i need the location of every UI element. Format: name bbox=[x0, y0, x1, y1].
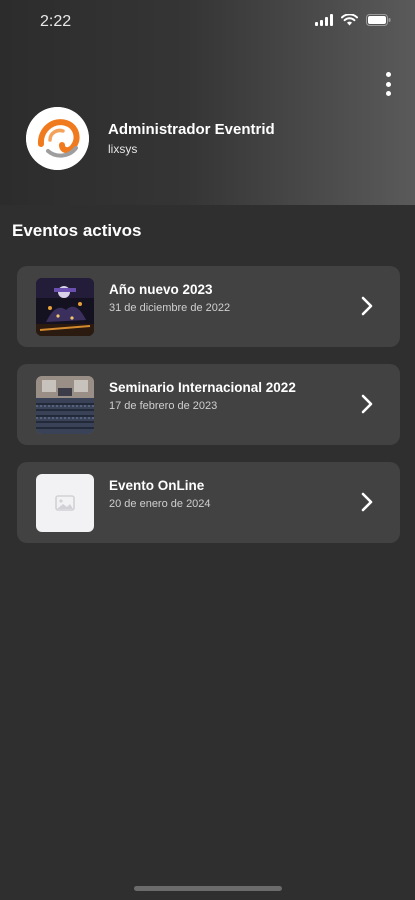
event-title: Año nuevo 2023 bbox=[109, 282, 213, 297]
event-card[interactable]: Año nuevo 2023 31 de diciembre de 2022 bbox=[17, 266, 400, 347]
menu-dot bbox=[385, 91, 391, 96]
home-indicator[interactable] bbox=[134, 886, 282, 891]
profile-organization: lixsys bbox=[108, 142, 138, 156]
event-list: Año nuevo 2023 31 de diciembre de 2022 S… bbox=[17, 266, 400, 560]
battery-icon bbox=[366, 14, 391, 26]
status-bar: 2:22 bbox=[0, 0, 415, 44]
event-title: Seminario Internacional 2022 bbox=[109, 380, 296, 395]
party-photo bbox=[36, 278, 94, 336]
profile-name: Administrador Eventrid bbox=[108, 121, 275, 138]
menu-dot bbox=[385, 81, 391, 87]
avatar[interactable] bbox=[26, 107, 89, 170]
status-time: 2:22 bbox=[40, 13, 72, 30]
wifi-icon bbox=[341, 14, 358, 26]
event-date: 20 de enero de 2024 bbox=[109, 498, 211, 510]
image-placeholder-icon bbox=[55, 495, 75, 511]
event-card[interactable]: Evento OnLine 20 de enero de 2024 bbox=[17, 462, 400, 543]
event-thumbnail bbox=[36, 376, 94, 434]
section-title: Eventos activos bbox=[12, 221, 142, 240]
more-vertical-icon[interactable] bbox=[378, 70, 398, 98]
signal-icon bbox=[315, 14, 333, 26]
event-thumbnail bbox=[36, 474, 94, 532]
auditorium-photo bbox=[36, 376, 94, 434]
event-title: Evento OnLine bbox=[109, 478, 205, 493]
chevron-right-icon bbox=[361, 296, 373, 316]
profile-header: 2:22 Administrador Eventrid lixsys bbox=[0, 0, 415, 205]
menu-dot bbox=[385, 72, 391, 77]
event-date: 31 de diciembre de 2022 bbox=[109, 302, 231, 314]
event-card[interactable]: Seminario Internacional 2022 17 de febre… bbox=[17, 364, 400, 445]
chevron-right-icon bbox=[361, 394, 373, 414]
status-icons bbox=[315, 14, 391, 26]
event-thumbnail bbox=[36, 278, 94, 336]
event-date: 17 de febrero de 2023 bbox=[109, 400, 218, 412]
chevron-right-icon bbox=[361, 492, 373, 512]
eventrid-logo bbox=[26, 107, 89, 170]
